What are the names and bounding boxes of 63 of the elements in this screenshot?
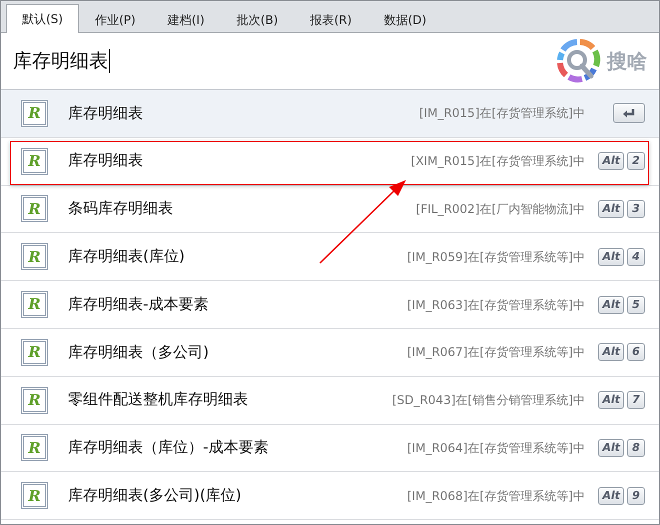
result-row[interactable]: R 条码库存明细表 [FIL_R002]在[厂内智能物流]中 Alt 3 [1,186,659,234]
modifier-key[interactable]: Alt [598,486,624,505]
number-key[interactable]: 4 [627,248,645,266]
report-icon: R [21,434,48,462]
report-icon: R [21,195,48,222]
modifier-key[interactable]: Alt [598,391,624,410]
logo-text: 搜啥 [607,48,647,75]
modifier-key[interactable]: Alt [598,152,624,170]
result-row[interactable]: R 库存明细表 [XIM_R015]在[存货管理系统]中 Alt 2 [1,138,659,186]
tab[interactable]: 数据(D) [368,5,442,33]
report-icon: R [21,482,48,510]
result-title: 库存明细表 [68,104,143,124]
report-icon: R [21,148,48,175]
tab[interactable]: 建档(I) [152,5,220,33]
result-source: [XIM_R015]在[存货管理系统]中 [410,153,585,170]
enter-icon [622,108,636,118]
result-source: [IM_R068]在[存货管理系统等]中 [407,488,585,505]
result-row[interactable]: R 库存明细表 [IM_R015]在[存货管理系统]中 [1,90,659,138]
tab[interactable]: 报表(R) [294,5,368,33]
result-source: [FIL_R002]在[厂内智能物流]中 [416,200,585,218]
modifier-key[interactable]: Alt [598,200,624,218]
search-field[interactable]: 库存明细表 [13,49,110,73]
result-title: 库存明细表(库位) [68,247,185,267]
number-key[interactable]: 9 [627,486,645,505]
result-row[interactable]: R 库存明细表(库位) [IM_R059]在[存货管理系统等]中 Alt 4 [1,233,659,282]
tab[interactable]: 批次(B) [220,5,294,33]
report-icon: R [21,386,48,414]
number-key[interactable]: 8 [627,438,645,457]
modifier-key[interactable]: Alt [598,296,624,314]
result-row[interactable]: R 库存明细表（库位）-成本要素 [IM_R064]在[存货管理系统等]中 Alt 8 [1,424,659,472]
number-key[interactable]: 2 [627,152,645,170]
result-source: [SD_R043]在[销售分销管理系统]中 [392,392,585,410]
result-title: 库存明细表（库位）-成本要素 [68,438,268,458]
magnifier-logo-icon [555,38,603,84]
result-title: 库存明细表-成本要素 [68,294,208,314]
tab[interactable]: 作业(P) [78,5,152,33]
report-icon: R [21,100,48,127]
result-source: [IM_R064]在[存货管理系统等]中 [407,440,585,457]
modifier-key[interactable]: Alt [598,438,624,457]
result-row[interactable]: R 库存明细表（多公司) [IM_R067]在[存货管理系统等]中 Alt 6 [1,328,659,377]
result-title: 库存明细表(多公司)(库位) [68,486,242,506]
modifier-key[interactable]: Alt [598,343,624,362]
report-icon: R [21,338,48,366]
number-key[interactable]: 5 [627,296,645,314]
enter-key[interactable] [613,103,645,124]
result-source: [IM_R063]在[存货管理系统等]中 [407,296,585,314]
result-row[interactable]: R 库存明细表-成本要素 [IM_R063]在[存货管理系统等]中 Alt 5 [1,281,659,329]
result-source: [IM_R015]在[存货管理系统]中 [419,105,585,122]
modifier-key[interactable]: Alt [598,248,624,266]
tab[interactable]: 默认(S) [6,4,79,33]
result-source: [IM_R059]在[存货管理系统等]中 [407,248,585,266]
result-source: [IM_R067]在[存货管理系统等]中 [407,344,585,362]
result-title: 库存明细表（多公司) [68,342,209,362]
report-icon: R [21,291,48,318]
result-row[interactable]: R 零组件配送整机库存明细表 [SD_R043]在[销售分销管理系统]中 Alt 7 [1,376,659,425]
result-title: 零组件配送整机库存明细表 [68,390,248,410]
report-icon: R [21,243,48,270]
result-row[interactable]: R 库存明细表(多公司)(库位) [IM_R068]在[存货管理系统等]中 Alt 9 [1,472,659,520]
number-key[interactable]: 3 [627,200,645,218]
number-key[interactable]: 7 [627,391,645,410]
result-title: 库存明细表 [68,151,143,171]
number-key[interactable]: 6 [627,343,645,362]
result-title: 条码库存明细表 [68,199,173,219]
